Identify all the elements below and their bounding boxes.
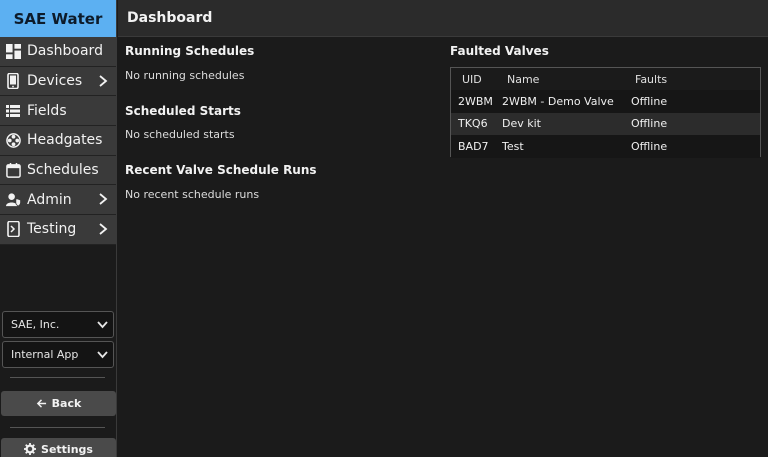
page-header: Dashboard bbox=[118, 0, 768, 37]
sidebar-item-label: Admin bbox=[27, 191, 72, 208]
sidebar-item-schedules[interactable]: Schedules bbox=[0, 155, 116, 186]
app-select-value: Internal App bbox=[11, 348, 79, 361]
sidebar-item-testing[interactable]: Testing bbox=[0, 215, 116, 245]
gear-icon bbox=[24, 443, 37, 455]
sidebar-item-label: Testing bbox=[27, 221, 77, 238]
sidebar-item-dashboard[interactable]: Dashboard bbox=[0, 37, 116, 67]
cell-faults: Offline bbox=[631, 94, 668, 108]
table-header: UID Name Faults bbox=[451, 68, 760, 90]
running-schedules-empty: No running schedules bbox=[125, 69, 245, 82]
settings-button[interactable]: Settings bbox=[1, 438, 116, 457]
sidebar: SAE Water Dashboard Devices Fields Headg… bbox=[0, 0, 117, 457]
valve-icon bbox=[5, 132, 21, 148]
divider bbox=[10, 377, 105, 378]
testing-icon bbox=[5, 221, 21, 238]
sidebar-item-headgates[interactable]: Headgates bbox=[0, 126, 116, 156]
cell-uid: TKQ6 bbox=[458, 117, 488, 131]
phone-icon bbox=[5, 73, 21, 90]
sidebar-item-label: Schedules bbox=[27, 162, 99, 179]
chevron-down-icon bbox=[97, 321, 108, 329]
sidebar-item-label: Fields bbox=[27, 102, 67, 119]
recent-runs-empty: No recent schedule runs bbox=[125, 188, 260, 201]
cell-faults: Offline bbox=[631, 139, 668, 153]
settings-button-label: Settings bbox=[41, 442, 93, 456]
running-schedules-title: Running Schedules bbox=[125, 44, 255, 58]
chevron-right-icon bbox=[99, 223, 108, 235]
cell-uid: 2WBM bbox=[458, 94, 493, 108]
faulted-valves-table: UID Name Faults 2WBM 2WBM - Demo Valve O… bbox=[450, 67, 761, 158]
app-select[interactable]: Internal App bbox=[2, 341, 114, 368]
faulted-valves-title: Faulted Valves bbox=[450, 44, 549, 58]
cell-name: Test bbox=[502, 139, 524, 153]
cell-faults: Offline bbox=[631, 117, 668, 131]
sidebar-item-fields[interactable]: Fields bbox=[0, 96, 116, 127]
table-row[interactable]: 2WBM 2WBM - Demo Valve Offline bbox=[451, 90, 760, 113]
table-row[interactable]: TKQ6 Dev kit Offline bbox=[451, 112, 760, 135]
sidebar-item-label: Headgates bbox=[27, 132, 103, 149]
scheduled-starts-empty: No scheduled starts bbox=[125, 128, 235, 141]
column-header-name[interactable]: Name bbox=[496, 73, 625, 86]
chevron-down-icon bbox=[97, 351, 108, 359]
column-header-faults[interactable]: Faults bbox=[625, 73, 760, 86]
organization-select-value: SAE, Inc. bbox=[11, 318, 60, 331]
scheduled-starts-title: Scheduled Starts bbox=[125, 104, 241, 118]
chevron-right-icon bbox=[99, 74, 108, 87]
arrow-left-icon bbox=[36, 399, 46, 408]
cell-uid: BAD7 bbox=[458, 139, 489, 153]
admin-shield-icon bbox=[5, 192, 21, 208]
table-row[interactable]: BAD7 Test Offline bbox=[451, 135, 760, 158]
page-title: Dashboard bbox=[127, 10, 213, 26]
column-header-uid[interactable]: UID bbox=[451, 73, 496, 86]
sidebar-item-label: Dashboard bbox=[27, 43, 103, 60]
calendar-icon bbox=[5, 162, 21, 178]
back-button-label: Back bbox=[51, 397, 82, 410]
brand-logo[interactable]: SAE Water bbox=[0, 0, 116, 37]
cell-name: Dev kit bbox=[502, 117, 541, 131]
cell-name: 2WBM - Demo Valve bbox=[502, 94, 614, 108]
organization-select[interactable]: SAE, Inc. bbox=[2, 311, 114, 338]
sidebar-item-admin[interactable]: Admin bbox=[0, 185, 116, 216]
divider bbox=[10, 427, 105, 428]
recent-runs-title: Recent Valve Schedule Runs bbox=[125, 163, 317, 177]
dashboard-icon bbox=[5, 43, 21, 59]
chevron-right-icon bbox=[99, 193, 108, 206]
back-button[interactable]: Back bbox=[1, 391, 116, 416]
list-icon bbox=[5, 103, 21, 119]
sidebar-item-label: Devices bbox=[27, 73, 83, 90]
sidebar-item-devices[interactable]: Devices bbox=[0, 66, 116, 97]
